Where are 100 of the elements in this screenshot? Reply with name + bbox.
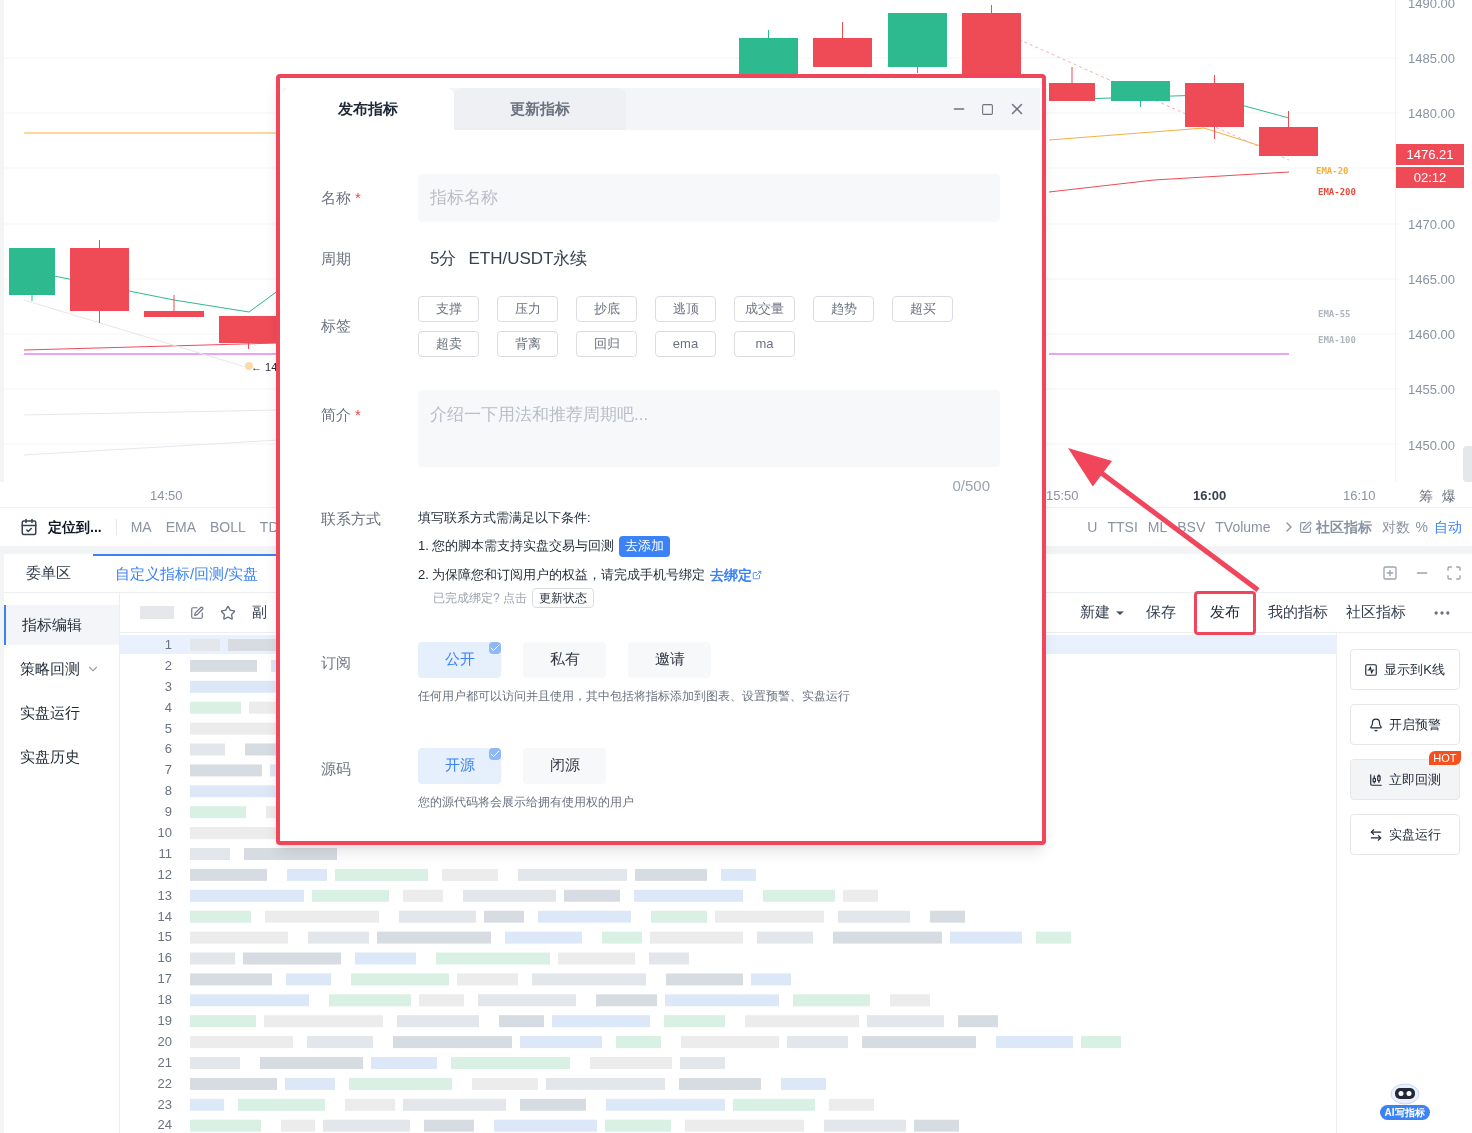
option-note: 您的源代码将会展示给拥有使用权的用户	[418, 793, 634, 811]
indicator-tab[interactable]: EMA	[165, 516, 196, 538]
last-price-badge: 1476.21	[1396, 144, 1464, 165]
time-label: 15:50	[1046, 487, 1079, 505]
calendar-icon[interactable]	[20, 518, 38, 536]
option-button[interactable]: 闭源	[523, 747, 606, 784]
line-number: 13	[157, 886, 172, 905]
edit-icon[interactable]	[190, 605, 204, 620]
price-dot	[245, 362, 253, 370]
required-mark: *	[355, 406, 361, 423]
percent-toggle[interactable]: %	[1415, 516, 1428, 538]
locate-button[interactable]: 定位到...	[48, 516, 102, 538]
side-menu-item[interactable]: 实盘历史	[4, 737, 119, 777]
candle	[144, 294, 204, 318]
tag-chip[interactable]: 超买	[892, 296, 953, 322]
log-toggle[interactable]: 对数	[1381, 516, 1410, 538]
tag-chip[interactable]: 抄底	[576, 296, 637, 322]
time-label: 16:10	[1343, 487, 1376, 505]
tag-chip[interactable]: 压力	[497, 296, 558, 322]
tag-chip[interactable]: 逃顶	[655, 296, 716, 322]
side-action-button[interactable]: 显示到K线	[1349, 649, 1460, 690]
add-window-icon[interactable]	[1382, 565, 1398, 581]
scroll-handle[interactable]	[1463, 446, 1472, 482]
line-label: EMA-20	[1316, 165, 1349, 178]
tag-chip[interactable]: 超卖	[418, 331, 479, 357]
field-label-text: 周期	[321, 249, 351, 267]
side-label[interactable]: 筹	[1419, 486, 1433, 507]
side-label[interactable]: 爆	[1442, 486, 1456, 507]
option-button[interactable]: 开源	[418, 747, 501, 784]
indicator-tab[interactable]: ML	[1147, 516, 1168, 538]
external-link-icon	[752, 570, 763, 580]
name-field[interactable]: 指标名称	[418, 174, 1000, 222]
side-menu-item[interactable]: 指标编辑	[4, 605, 119, 645]
tag-chip[interactable]: 支撑	[418, 296, 479, 322]
community-indicator-link[interactable]: 社区指标	[1315, 516, 1372, 538]
edit-icon[interactable]	[1298, 520, 1312, 534]
intro-field[interactable]: 介绍一下用法和推荐周期吧...	[418, 390, 1000, 467]
option-button[interactable]: 公开	[418, 641, 501, 678]
price-label: 1480.00	[1408, 105, 1455, 124]
candle	[1259, 110, 1318, 157]
char-counter: 0/500	[952, 476, 990, 496]
toolbar-button[interactable]: 我的指标	[1268, 601, 1328, 624]
option-button[interactable]: 邀请	[628, 641, 711, 678]
candlestick-icon	[1368, 772, 1383, 787]
period-value: 5分	[429, 248, 457, 271]
line-label: EMA-100	[1318, 334, 1356, 347]
option-button[interactable]: 私有	[523, 641, 606, 678]
toolbar-button[interactable]: 保存	[1146, 601, 1176, 624]
line-number: 22	[157, 1074, 172, 1093]
price-label: 1485.00	[1408, 50, 1455, 69]
time-label: 16:00	[1193, 487, 1227, 505]
indicator-tab[interactable]: MA	[130, 516, 152, 538]
dialog-tab[interactable]: 发布指标	[282, 88, 454, 130]
required-mark: *	[355, 188, 361, 206]
maximize-icon[interactable]	[981, 102, 994, 116]
tag-chip[interactable]: 趋势	[813, 296, 874, 322]
add-button[interactable]: 去添加	[619, 535, 671, 557]
tag-chip[interactable]: 回归	[576, 331, 637, 357]
line-number: 18	[157, 991, 172, 1010]
price-marker: ← 14	[251, 360, 278, 375]
indicator-tab[interactable]: TVolume	[1215, 516, 1271, 538]
candle	[1185, 74, 1244, 140]
tag-chip[interactable]: 成交量	[734, 296, 795, 322]
side-menu-item[interactable]: 策略回测	[4, 649, 119, 689]
line-number: 2	[164, 656, 172, 675]
price-label: 1460.00	[1408, 326, 1455, 345]
line-number: 10	[157, 824, 172, 842]
field-label-text: 名称	[321, 188, 351, 206]
pane-label[interactable]: 副	[252, 601, 267, 624]
price-label: 1455.00	[1408, 381, 1455, 400]
refresh-status-button[interactable]: 更新状态	[532, 587, 594, 608]
candle	[1111, 80, 1170, 108]
line-number: 21	[157, 1053, 172, 1072]
ai-assistant-label[interactable]: AI写指标	[1379, 1105, 1430, 1120]
indicator-tab[interactable]: U	[1087, 516, 1098, 538]
tag-chip[interactable]: 背离	[497, 331, 558, 357]
bind-link[interactable]: 去绑定	[710, 564, 763, 586]
toolbar-button[interactable]: 社区指标	[1346, 601, 1406, 624]
tag-chip[interactable]: ema	[655, 331, 716, 357]
side-action-button[interactable]: 实盘运行	[1349, 814, 1460, 855]
field-label-text: 订阅	[321, 653, 351, 671]
field-label-text: 标签	[321, 317, 351, 335]
line-number: 19	[157, 1012, 172, 1031]
panel-tab[interactable]: 委单区	[4, 554, 93, 592]
indicator-tab[interactable]: BOLL	[210, 516, 246, 538]
robot-icon[interactable]	[1389, 1081, 1420, 1105]
side-menu-item[interactable]: 实盘运行	[4, 693, 119, 733]
option-note: 任何用户都可以访问并且使用，其中包括将指标添加到图表、设置预警、实盘运行	[418, 687, 850, 705]
dialog-tab[interactable]: 更新指标	[454, 88, 626, 130]
line-number: 20	[157, 1032, 172, 1051]
line-number: 6	[164, 740, 172, 759]
field-label-text: 源码	[321, 759, 351, 777]
star-icon[interactable]	[220, 604, 236, 621]
publish-button[interactable]: 发布	[1194, 590, 1256, 635]
condition-text: 1. 您的脚本需支持实盘交易与回测	[418, 537, 615, 556]
auto-toggle[interactable]: 自动	[1434, 516, 1462, 538]
indicator-tab[interactable]: TTSI	[1107, 516, 1138, 538]
side-action-button[interactable]: 开启预警	[1349, 704, 1460, 745]
tag-chip[interactable]: ma	[734, 331, 795, 357]
new-button[interactable]: 新建	[1080, 601, 1126, 624]
